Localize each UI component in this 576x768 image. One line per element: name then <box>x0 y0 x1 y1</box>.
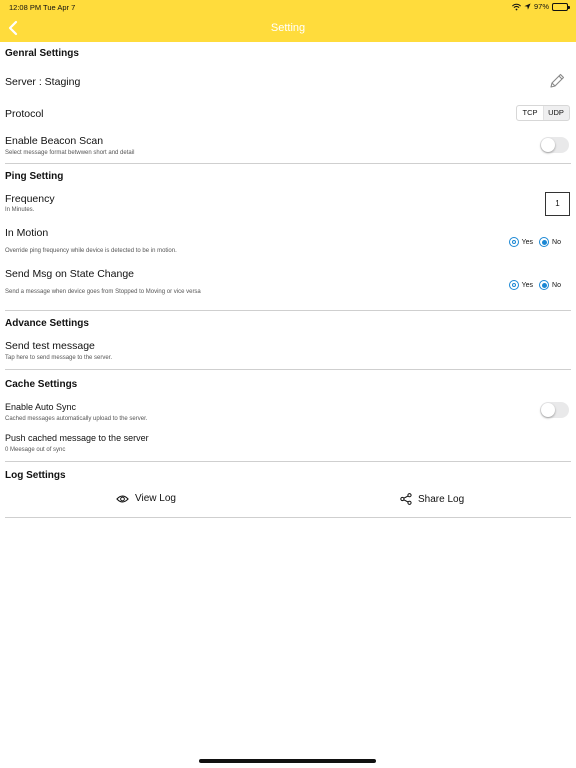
status-right: 97% <box>512 2 570 11</box>
push-cached-message-subtitle: 0 Meesage out of sync <box>5 447 66 453</box>
beacon-scan-toggle[interactable] <box>540 137 569 153</box>
no-label: No <box>552 238 561 246</box>
yes-label: Yes <box>521 238 534 246</box>
divider <box>5 163 571 164</box>
radio-circle <box>539 280 550 290</box>
section-header-general: Genral Settings <box>5 48 79 59</box>
battery-percent: 97% <box>533 2 549 11</box>
yes-label: Yes <box>521 281 534 289</box>
send-test-message-button[interactable]: Send test message <box>5 340 95 352</box>
section-header-cache: Cache Settings <box>5 379 78 390</box>
beacon-scan-title: Enable Beacon Scan <box>5 135 104 147</box>
status-time: 12:08 PM Tue Apr 7 <box>9 3 76 12</box>
nav-bar: Setting <box>0 14 576 42</box>
share-log-label: Share Log <box>418 493 465 505</box>
section-header-ping: Ping Setting <box>5 171 64 182</box>
state-change-title: Send Msg on State Change <box>5 268 135 280</box>
auto-sync-title: Enable Auto Sync <box>5 402 77 412</box>
battery-icon <box>552 2 570 11</box>
divider <box>5 310 571 311</box>
radio-circle <box>508 280 519 290</box>
frequency-input[interactable]: 1 <box>545 192 570 216</box>
home-indicator[interactable] <box>199 759 376 763</box>
view-log-button[interactable]: View Log <box>116 493 176 504</box>
share-log-button[interactable]: Share Log <box>400 493 464 505</box>
toggle-knob <box>541 403 555 417</box>
wifi-icon <box>512 3 521 10</box>
auto-sync-subtitle: Cached messages automatically upload to … <box>5 416 148 422</box>
auto-sync-toggle[interactable] <box>540 402 569 418</box>
radio-circle <box>508 237 519 247</box>
frequency-subtitle: In Minutes. <box>5 207 35 213</box>
protocol-segmented-control: TCP UDP <box>516 105 570 121</box>
divider <box>5 517 571 518</box>
in-motion-radio-group: Yes No <box>503 237 561 247</box>
frequency-title: Frequency <box>5 193 55 205</box>
divider <box>5 369 571 370</box>
send-test-message-subtitle: Tap here to send message to the server. <box>5 355 113 361</box>
protocol-tcp-option[interactable]: TCP <box>517 106 543 120</box>
no-label: No <box>552 281 561 289</box>
view-log-label: View Log <box>135 493 176 504</box>
eye-icon <box>116 494 129 503</box>
location-icon <box>524 3 531 10</box>
beacon-scan-subtitle: Select message format betwwen short and … <box>5 150 135 156</box>
in-motion-yes-radio[interactable]: Yes <box>508 237 534 247</box>
state-change-radio-group: Yes No <box>503 280 561 290</box>
share-icon <box>400 493 412 505</box>
state-change-yes-radio[interactable]: Yes <box>508 280 534 290</box>
edit-pencil-icon[interactable] <box>548 72 566 90</box>
in-motion-no-radio[interactable]: No <box>539 237 561 247</box>
page-title: Setting <box>270 22 306 34</box>
in-motion-subtitle: Override ping frequency while device is … <box>5 248 177 254</box>
toggle-knob <box>541 138 555 152</box>
protocol-label: Protocol <box>5 108 44 120</box>
section-header-log: Log Settings <box>5 470 66 481</box>
status-bar: 12:08 PM Tue Apr 7 97% <box>0 0 576 14</box>
section-header-advance: Advance Settings <box>5 318 89 329</box>
protocol-udp-option[interactable]: UDP <box>543 106 569 120</box>
in-motion-title: In Motion <box>5 227 49 239</box>
radio-circle <box>539 237 550 247</box>
state-change-no-radio[interactable]: No <box>539 280 561 290</box>
push-cached-message-button[interactable]: Push cached message to the server <box>5 433 149 443</box>
divider <box>5 461 571 462</box>
state-change-subtitle: Send a message when device goes from Sto… <box>5 289 201 295</box>
server-label: Server : Staging <box>5 76 81 88</box>
